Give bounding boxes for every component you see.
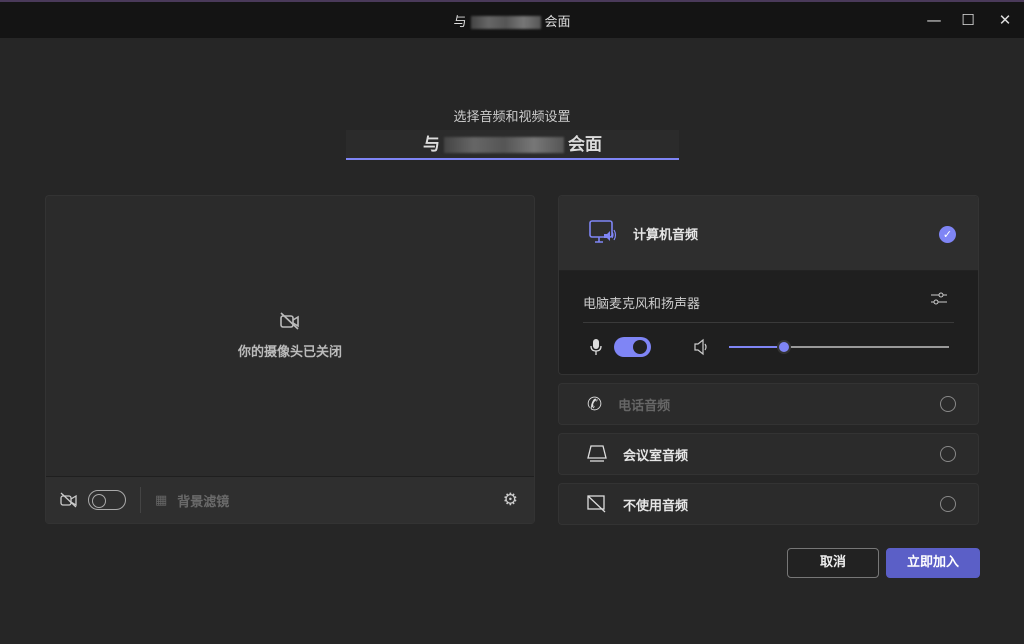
- close-button[interactable]: ✕: [988, 6, 1022, 34]
- join-now-button[interactable]: 立即加入: [886, 548, 980, 578]
- room-audio-option[interactable]: 会议室音频: [558, 433, 979, 475]
- no-audio-label: 不使用音频: [623, 498, 689, 514]
- divider: [140, 487, 141, 513]
- camera-off-icon: [280, 312, 299, 330]
- phone-audio-label: 电话音频: [618, 398, 671, 414]
- video-toolbar: ▦ 背景滤镜 ⚙: [46, 476, 534, 523]
- volume-slider[interactable]: [729, 340, 949, 354]
- volume-slider-thumb[interactable]: [777, 340, 791, 354]
- computer-audio-label: 计算机音频: [633, 227, 699, 243]
- maximize-button[interactable]: ☐: [951, 6, 985, 34]
- video-preview: 你的摄像头已关闭 ▦ 背景滤镜 ⚙: [45, 195, 535, 524]
- speaker-icon: [694, 338, 707, 356]
- camera-toggle[interactable]: [88, 490, 126, 510]
- camera-off-text: 你的摄像头已关闭: [237, 345, 342, 360]
- meeting-name-input[interactable]: 与会面: [346, 130, 679, 160]
- radio-button[interactable]: [940, 496, 956, 512]
- microphone-icon: [590, 339, 602, 355]
- phone-icon: ✆: [587, 393, 603, 415]
- selected-check-icon: ✓: [939, 226, 956, 243]
- settings-gear-icon[interactable]: ⚙: [503, 490, 518, 510]
- redacted-name: [444, 137, 564, 153]
- divider: [583, 322, 954, 323]
- minimize-button[interactable]: —: [917, 6, 951, 34]
- no-audio-option[interactable]: 不使用音频: [558, 483, 979, 525]
- device-settings-icon[interactable]: [930, 291, 948, 307]
- background-filter-button[interactable]: 背景滤镜: [177, 491, 229, 510]
- window-title: 与会面: [453, 15, 571, 30]
- cancel-button[interactable]: 取消: [787, 548, 879, 578]
- camera-off-icon: [60, 492, 77, 508]
- room-device-icon: [587, 445, 607, 462]
- background-filter-icon: ▦: [155, 492, 168, 508]
- computer-audio-icon: [589, 220, 617, 243]
- radio-button[interactable]: [940, 396, 956, 412]
- room-audio-label: 会议室音频: [623, 448, 689, 464]
- audio-device-label: 电脑麦克风和扬声器: [583, 297, 701, 312]
- title-bar: 与会面 — ☐ ✕: [0, 0, 1024, 38]
- computer-audio-option[interactable]: 计算机音频 ✓ 电脑麦克风和扬声器: [558, 195, 979, 375]
- phone-audio-option[interactable]: ✆ 电话音频: [558, 383, 979, 425]
- redacted-name: [470, 16, 541, 29]
- no-audio-icon: [587, 495, 606, 513]
- subtitle: 选择音频和视频设置: [453, 110, 571, 125]
- microphone-toggle[interactable]: [614, 337, 651, 357]
- radio-button[interactable]: [940, 446, 956, 462]
